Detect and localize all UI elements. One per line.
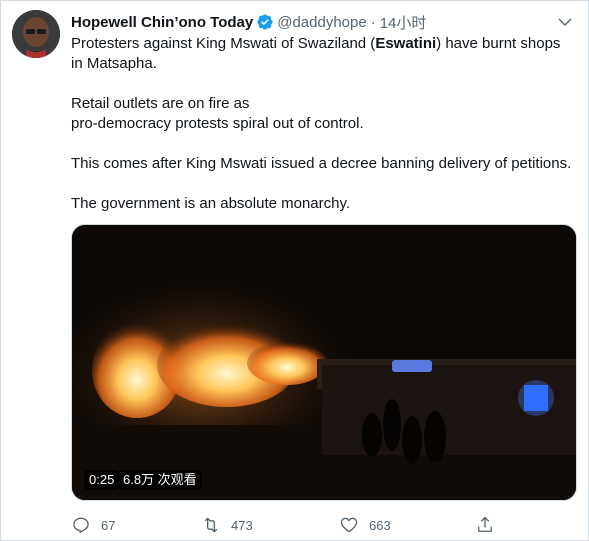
chevron-down-icon[interactable]: [556, 13, 574, 31]
separator-dot: ·: [370, 13, 376, 31]
video-player[interactable]: 0:25 6.8万 次观看: [71, 224, 577, 501]
tweet-header: Hopewell Chin’ono Today @daddyhope · 14小…: [71, 12, 578, 32]
retweet-count: 473: [231, 517, 253, 533]
action-bar: 67 473 663: [71, 514, 501, 536]
paragraph-4: The government is an absolute monarchy.: [71, 195, 351, 212]
video-frame: [72, 225, 576, 500]
avatar[interactable]: [12, 10, 60, 58]
reply-icon: [73, 517, 89, 534]
share-icon: [478, 516, 492, 532]
paragraph-2-line-2: pro-democracy protests spiral out of con…: [71, 115, 364, 132]
avatar-image: [12, 10, 60, 58]
reply-count: 67: [101, 517, 116, 533]
like-button[interactable]: 663: [339, 514, 391, 536]
timestamp[interactable]: 14小时: [380, 12, 427, 33]
like-count: 663: [369, 517, 391, 533]
retweet-button[interactable]: 473: [201, 514, 253, 536]
display-name[interactable]: Hopewell Chin’ono Today: [71, 14, 253, 31]
user-handle[interactable]: @daddyhope: [277, 14, 366, 31]
paragraph-3: This comes after King Mswati issued a de…: [71, 155, 572, 172]
video-duration: 0:25: [84, 470, 120, 490]
bold-word: Eswatini: [375, 35, 437, 52]
heart-icon: [340, 517, 358, 533]
video-view-count: 6.8万 次观看: [118, 470, 202, 490]
tweet-text: Protesters against King Mswati of Swazil…: [71, 34, 576, 214]
tweet-card[interactable]: Hopewell Chin’ono Today @daddyhope · 14小…: [0, 0, 589, 541]
paragraph-1: Protesters against King Mswati of Swazil…: [71, 35, 561, 72]
verified-badge-icon: [256, 13, 274, 31]
retweet-icon: [204, 517, 218, 533]
paragraph-2-line-1: Retail outlets are on fire as: [71, 95, 250, 112]
share-button[interactable]: [475, 514, 495, 536]
reply-button[interactable]: 67: [71, 514, 115, 536]
